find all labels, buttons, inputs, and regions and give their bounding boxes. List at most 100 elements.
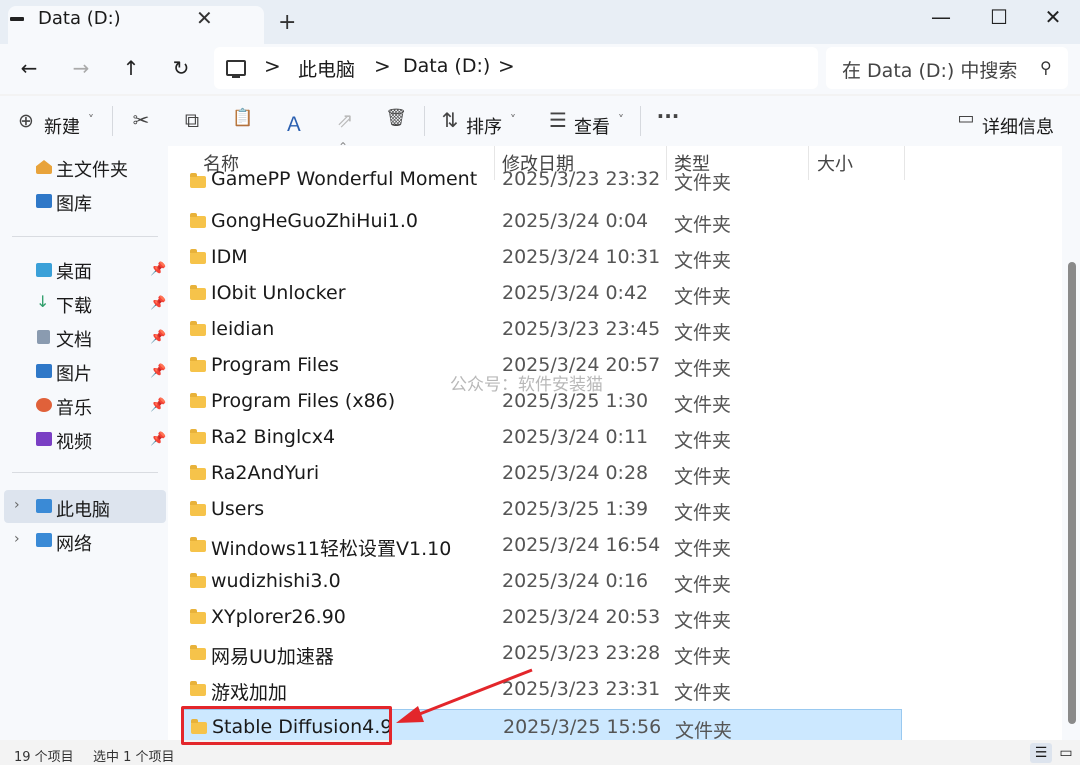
forward-button[interactable]: →: [68, 56, 94, 82]
sidebar-item-videos[interactable]: 视频: [56, 428, 92, 454]
selection-count: 选中 1 个项目: [93, 750, 175, 765]
maximize-button[interactable]: ☐: [976, 6, 1022, 34]
folder-icon: [190, 429, 206, 444]
chevron-down-icon[interactable]: ˅: [618, 113, 624, 127]
close-window-button[interactable]: ✕: [1030, 6, 1076, 34]
tiles-view-button[interactable]: ▭: [1056, 743, 1076, 763]
pc-icon: [226, 60, 246, 78]
search-icon: ⚲: [1040, 58, 1052, 77]
table-row[interactable]: GamePP Wonderful Moment 2025/3/23 23:32 文件…: [182, 168, 902, 196]
rename-button[interactable]: Ａ: [280, 108, 308, 137]
desktop-icon: [36, 263, 52, 277]
details-view-button[interactable]: ☰: [1030, 743, 1052, 763]
file-name: Program Files (x86): [211, 390, 396, 412]
back-button[interactable]: ←: [16, 56, 42, 82]
pc-icon: [36, 499, 52, 513]
chevron-right-icon[interactable]: ›: [14, 497, 20, 513]
new-button[interactable]: 新建: [44, 113, 80, 139]
up-button[interactable]: ↑: [118, 56, 144, 82]
tab-close-button[interactable]: ✕: [196, 6, 213, 30]
table-row[interactable]: 游戏加加 2025/3/23 23:31 文件夹: [182, 672, 902, 708]
table-row[interactable]: Users 2025/3/25 1:39 文件夹: [182, 492, 902, 528]
table-row[interactable]: GongHeGuoZhiHui1.0 2025/3/24 0:04 文件夹: [182, 204, 902, 240]
sidebar-item-this-pc[interactable]: 此电脑: [56, 496, 110, 522]
sidebar-item-home[interactable]: 主文件夹: [56, 156, 128, 182]
sidebar-item-network[interactable]: 网络: [56, 530, 92, 556]
file-type: 文件夹: [674, 172, 732, 194]
chevron-right-icon[interactable]: >: [264, 54, 281, 78]
folder-icon: [190, 609, 206, 624]
nav-divider: [12, 472, 158, 473]
file-name: wudizhishi3.0: [211, 570, 341, 592]
chevron-down-icon[interactable]: ˅: [510, 113, 516, 127]
file-modified-date: 2025/3/23 23:32: [502, 168, 661, 190]
breadcrumb-this-pc[interactable]: 此电脑: [298, 55, 355, 82]
sidebar-item-downloads[interactable]: 下载: [56, 292, 92, 318]
file-name: 游戏加加: [211, 682, 288, 704]
sidebar-item-music[interactable]: 音乐: [56, 394, 92, 420]
copy-button[interactable]: ⧉: [178, 108, 206, 132]
table-row[interactable]: Ra2AndYuri 2025/3/24 0:28 文件夹: [182, 456, 902, 492]
file-name: Ra2AndYuri: [211, 462, 320, 484]
chevron-right-icon[interactable]: >: [374, 54, 391, 78]
table-row[interactable]: 网易UU加速器 2025/3/23 23:28 文件夹: [182, 636, 902, 672]
file-modified-date: 2025/3/24 0:11: [502, 426, 649, 448]
folder-icon: [190, 173, 206, 188]
breadcrumb-data-d[interactable]: Data (D:): [403, 55, 490, 77]
cut-button[interactable]: ✂: [127, 108, 155, 132]
more-options-button[interactable]: ···: [654, 104, 682, 128]
network-icon: [36, 533, 52, 547]
command-bar: [0, 96, 1080, 147]
file-modified-date: 2025/3/24 0:04: [502, 210, 649, 232]
table-row[interactable]: Ra2 Binglcx4 2025/3/24 0:11 文件夹: [182, 420, 902, 456]
folder-icon: [190, 357, 206, 372]
folder-icon: [190, 465, 206, 480]
chevron-right-icon[interactable]: >: [498, 54, 515, 78]
file-name: Windows11轻松设置V1.10: [211, 538, 452, 560]
minimize-button[interactable]: —: [918, 6, 964, 34]
file-modified-date: 2025/3/25 1:39: [502, 498, 649, 520]
folder-icon: [190, 501, 206, 516]
sidebar-item-pictures[interactable]: 图片: [56, 360, 92, 386]
table-row[interactable]: Windows11轻松设置V1.10 2025/3/24 16:54 文件夹: [182, 528, 902, 564]
share-button[interactable]: ⇗: [331, 108, 359, 132]
toolbar-divider: [640, 106, 641, 136]
table-row[interactable]: wudizhishi3.0 2025/3/24 0:16 文件夹: [182, 564, 902, 600]
folder-icon: [190, 249, 206, 264]
nav-divider: [12, 236, 158, 237]
folder-icon: [190, 285, 206, 300]
gallery-icon: [36, 194, 52, 208]
sidebar-item-desktop[interactable]: 桌面: [56, 258, 92, 284]
new-tab-button[interactable]: +: [278, 10, 296, 35]
table-row[interactable]: XYplorer26.90 2025/3/24 20:53 文件夹: [182, 600, 902, 636]
folder-icon: [190, 537, 206, 552]
scrollbar-thumb[interactable]: [1068, 262, 1076, 724]
column-divider[interactable]: [904, 146, 905, 180]
view-button[interactable]: 查看: [574, 113, 610, 139]
details-button[interactable]: 详细信息: [982, 113, 1054, 139]
chevron-right-icon[interactable]: ›: [14, 531, 20, 547]
file-type: 文件夹: [675, 720, 733, 742]
pin-icon: 📌: [150, 262, 167, 277]
sidebar-item-gallery[interactable]: 图库: [56, 190, 92, 216]
file-type: 文件夹: [674, 286, 732, 308]
annotation-arrow: [396, 668, 533, 723]
file-name: leidian: [211, 318, 275, 340]
folder-icon: [190, 681, 206, 696]
pin-icon: 📌: [150, 432, 167, 447]
folder-icon: [190, 645, 206, 660]
sort-button[interactable]: 排序: [466, 113, 502, 139]
file-modified-date: 2025/3/24 0:16: [502, 570, 649, 592]
table-row[interactable]: IDM 2025/3/24 10:31 文件夹: [182, 240, 902, 276]
refresh-button[interactable]: ↻: [168, 56, 194, 82]
chevron-down-icon[interactable]: ˅: [88, 113, 94, 127]
file-type: 文件夹: [674, 466, 732, 488]
table-row[interactable]: leidian 2025/3/23 23:45 文件夹: [182, 312, 902, 348]
pin-icon: 📌: [150, 398, 167, 413]
delete-button[interactable]: 🗑: [382, 108, 410, 128]
table-row[interactable]: IObit Unlocker 2025/3/24 0:42 文件夹: [182, 276, 902, 312]
paste-button[interactable]: 📋: [229, 108, 257, 128]
pictures-icon: [36, 364, 52, 378]
sidebar-item-documents[interactable]: 文档: [56, 326, 92, 352]
folder-icon: [190, 393, 206, 408]
